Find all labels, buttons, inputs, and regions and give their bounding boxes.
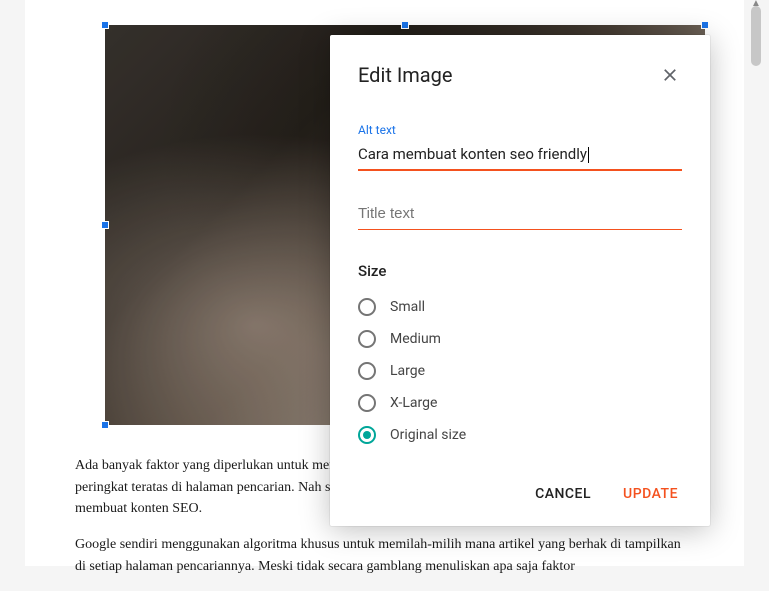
size-section-label: Size (358, 262, 682, 280)
scrollbar-thumb[interactable] (751, 6, 761, 66)
title-text-input[interactable] (358, 203, 682, 230)
resize-handle-ml[interactable] (101, 221, 109, 229)
cancel-button[interactable]: CANCEL (531, 480, 595, 508)
alt-text-field-group: Alt text Cara membuat konten seo friendl… (358, 123, 682, 171)
radio-label: Large (390, 363, 425, 379)
radio-icon-checked (358, 426, 376, 444)
update-button[interactable]: UPDATE (619, 480, 682, 508)
radio-dot (363, 431, 371, 439)
radio-label: Medium (390, 331, 441, 347)
alt-text-input[interactable]: Cara membuat konten seo friendly (358, 143, 682, 171)
size-option-original[interactable]: Original size (358, 426, 682, 444)
size-option-large[interactable]: Large (358, 362, 682, 380)
alt-text-label: Alt text (358, 123, 682, 137)
edit-image-dialog: Edit Image Alt text Cara membuat konten … (330, 35, 710, 526)
title-text-field-group (358, 203, 682, 230)
radio-icon (358, 298, 376, 316)
article-paragraph[interactable]: Google sendiri menggunakan algoritma khu… (75, 534, 694, 577)
size-option-medium[interactable]: Medium (358, 330, 682, 348)
alt-text-value: Cara membuat konten seo friendly (358, 145, 587, 163)
radio-label: X-Large (390, 395, 437, 411)
size-radio-group: Small Medium Large X-Large Original size (358, 298, 682, 444)
resize-handle-tr[interactable] (701, 21, 709, 29)
resize-handle-tc[interactable] (401, 21, 409, 29)
dialog-actions: CANCEL UPDATE (358, 472, 682, 508)
size-option-small[interactable]: Small (358, 298, 682, 316)
radio-label: Original size (390, 427, 466, 443)
radio-icon (358, 362, 376, 380)
text-caret (588, 147, 589, 163)
radio-label: Small (390, 299, 425, 315)
radio-icon (358, 394, 376, 412)
dialog-title: Edit Image (358, 63, 453, 87)
close-icon (661, 66, 679, 84)
resize-handle-bl[interactable] (101, 421, 109, 429)
close-button[interactable] (658, 63, 682, 87)
size-option-xlarge[interactable]: X-Large (358, 394, 682, 412)
radio-icon (358, 330, 376, 348)
resize-handle-tl[interactable] (101, 21, 109, 29)
